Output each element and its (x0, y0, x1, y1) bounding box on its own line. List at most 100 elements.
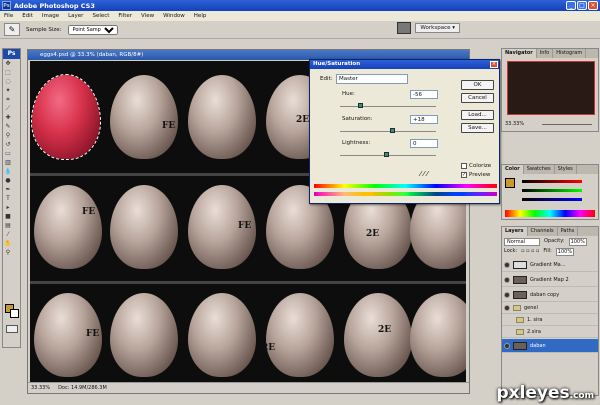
tab-paths[interactable]: Paths (558, 227, 579, 236)
photoshop-logo: Ps (3, 49, 20, 59)
background-color-swatch[interactable] (10, 309, 19, 318)
red-slider[interactable] (522, 180, 582, 183)
history-brush-icon[interactable]: ↺ (4, 141, 12, 149)
layer-name: genel (524, 305, 538, 311)
type-tool-icon[interactable]: T (4, 195, 12, 203)
save-button[interactable]: Save... (461, 123, 494, 133)
ok-button[interactable]: OK (461, 80, 494, 90)
menu-select[interactable]: Select (92, 13, 109, 19)
saturation-slider-thumb[interactable] (390, 128, 395, 133)
pen-tool-icon[interactable]: ✒ (4, 186, 12, 194)
cancel-button[interactable]: Cancel (461, 93, 494, 103)
layer-name: daban copy (530, 291, 560, 298)
blue-slider[interactable] (522, 198, 582, 201)
tab-styles[interactable]: Styles (555, 165, 577, 174)
layer-row-selected[interactable]: daban (502, 339, 598, 353)
edit-channel-select[interactable]: Master (336, 74, 408, 84)
green-slider[interactable] (522, 189, 582, 192)
hue-slider[interactable] (340, 106, 436, 107)
menu-layer[interactable]: Layer (68, 13, 83, 19)
layer-thumbnail (513, 275, 527, 284)
layer-row[interactable]: Gradient Ma... (502, 258, 598, 272)
maximize-button[interactable]: □ (577, 1, 587, 10)
lock-icons[interactable]: ▫ ▫ ▫ ▫ (521, 248, 539, 256)
saturation-input[interactable]: +18 (410, 115, 438, 124)
blend-mode-select[interactable]: Normal (504, 238, 540, 246)
minimize-button[interactable]: _ (566, 1, 576, 10)
eyedropper-tool-icon[interactable]: ✎ (4, 23, 20, 36)
lightness-input[interactable]: 0 (410, 139, 438, 148)
navigator-thumbnail[interactable] (507, 61, 595, 115)
notes-tool-icon[interactable]: ▤ (4, 222, 12, 230)
workspace-button[interactable]: Workspace ▾ (415, 23, 460, 33)
lightness-slider-thumb[interactable] (384, 152, 389, 157)
tab-layers[interactable]: Layers (502, 227, 528, 236)
bridge-icon[interactable] (397, 22, 412, 34)
tab-histogram[interactable]: Histogram (553, 49, 587, 58)
marquee-tool-icon[interactable]: ⬚ (4, 69, 12, 77)
blur-tool-icon[interactable]: 💧 (4, 168, 12, 176)
folder-icon (516, 329, 524, 335)
menu-window[interactable]: Window (163, 13, 185, 19)
close-button[interactable]: × (588, 1, 598, 10)
dialog-close-button[interactable]: × (490, 61, 498, 68)
heal-tool-icon[interactable]: ✚ (4, 114, 12, 122)
zoom-level[interactable]: 33.33% (31, 385, 50, 391)
crop-tool-icon[interactable]: ⌗ (4, 96, 12, 104)
preview-checkbox[interactable]: ✓ Preview (461, 172, 490, 178)
eye-icon[interactable] (504, 291, 510, 298)
quickmask-icon[interactable] (6, 325, 18, 333)
layer-row[interactable]: Gradient Map 2 (502, 273, 598, 287)
color-spectrum[interactable] (505, 210, 595, 217)
opacity-value[interactable]: 100% (568, 238, 587, 246)
layer-group-row[interactable]: 1. sira (502, 315, 598, 326)
wand-tool-icon[interactable]: ✦ (4, 87, 12, 95)
move-tool-icon[interactable]: ✥ (4, 60, 12, 68)
menu-edit[interactable]: Edit (22, 13, 33, 19)
tab-swatches[interactable]: Swatches (524, 165, 555, 174)
layer-group-row[interactable]: genel (502, 303, 598, 314)
menu-filter[interactable]: Filter (118, 13, 132, 19)
navigator-zoom[interactable]: 33.33% (505, 121, 524, 127)
hand-tool-icon[interactable]: ✋ (4, 240, 12, 248)
zoom-tool-icon[interactable]: ⚲ (4, 249, 12, 257)
navigator-zoom-slider[interactable] (542, 124, 592, 125)
lasso-tool-icon[interactable]: ◌ (4, 78, 12, 86)
fill-value[interactable]: 100% (555, 248, 575, 256)
colorize-checkbox[interactable]: Colorize (461, 163, 491, 169)
folder-icon (513, 305, 521, 311)
tab-channels[interactable]: Channels (528, 227, 558, 236)
shape-tool-icon[interactable]: ■ (4, 213, 12, 221)
path-select-icon[interactable]: ▸ (4, 204, 12, 212)
egg (110, 293, 178, 377)
color-fg-swatch[interactable] (505, 178, 515, 188)
eye-icon[interactable] (504, 342, 510, 349)
load-button[interactable]: Load... (461, 110, 494, 120)
hue-input[interactable]: -56 (410, 90, 438, 99)
tab-navigator[interactable]: Navigator (502, 49, 537, 58)
eraser-tool-icon[interactable]: ▭ (4, 150, 12, 158)
dialog-title: Hue/Saturation (310, 60, 499, 69)
stamp-tool-icon[interactable]: ⚲ (4, 132, 12, 140)
eye-icon[interactable] (504, 305, 510, 311)
eye-icon[interactable] (504, 261, 510, 268)
menu-file[interactable]: File (4, 13, 13, 19)
menu-view[interactable]: View (141, 13, 154, 19)
tab-color[interactable]: Color (502, 165, 524, 174)
menu-help[interactable]: Help (194, 13, 207, 19)
hue-slider-thumb[interactable] (358, 103, 363, 108)
eyedropper-icons[interactable]: ⁄ ⁄ ⁄ (420, 170, 428, 178)
workspace-area: Workspace ▾ (397, 22, 460, 34)
dodge-tool-icon[interactable]: ● (4, 177, 12, 185)
gradient-tool-icon[interactable]: ▥ (4, 159, 12, 167)
eyedropper-icon[interactable]: ⁄ (4, 231, 12, 239)
saturation-slider[interactable] (340, 131, 436, 132)
layer-row[interactable]: daban copy (502, 288, 598, 302)
slice-tool-icon[interactable]: ⟋ (4, 105, 12, 113)
tab-info[interactable]: Info (537, 49, 554, 58)
eye-icon[interactable] (504, 276, 510, 283)
brush-tool-icon[interactable]: ✎ (4, 123, 12, 131)
sample-size-select[interactable]: Point Sample (67, 24, 118, 35)
menu-image[interactable]: Image (42, 13, 59, 19)
layer-group-row[interactable]: 2.sira (502, 327, 598, 338)
